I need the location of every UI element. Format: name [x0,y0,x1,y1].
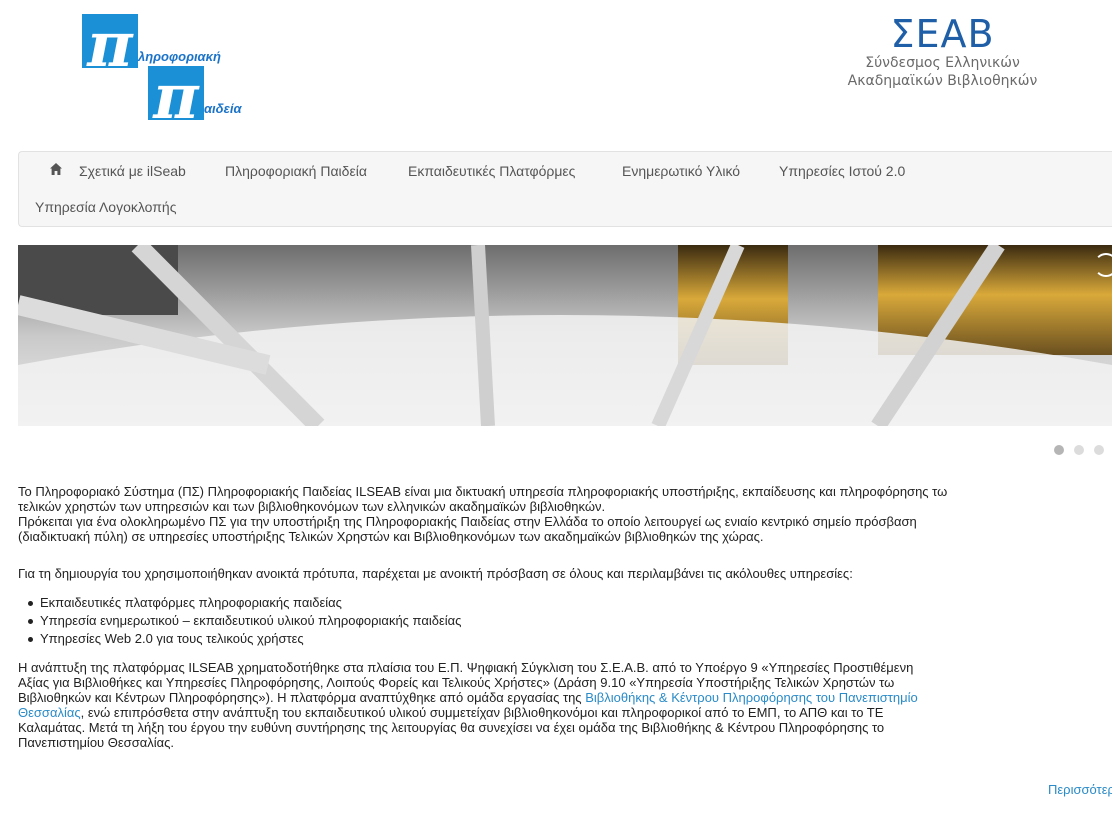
logo-word-top: ληροφοριακή [138,49,221,64]
funding-line-3: Βιβλιοθηκών και Κέντρων Πληροφόρησης»). … [18,690,1112,705]
intro-line-4: (διαδικτυακή πύλη) σε υπηρεσίες υποστήρι… [18,529,764,544]
nav-item-platforms[interactable]: Εκπαιδευτικές Πλατφόρμες [408,163,575,179]
intro-line-2: τελικών χρηστών των υπηρεσιών και των βι… [18,499,606,514]
services-list: Εκπαιδευτικές πλατφόρμες πληροφοριακής π… [18,594,461,648]
thessaly-link[interactable]: Θεσσαλίας [18,705,81,720]
main-navbar: Σχετικά με ilSeab Πληροφοριακή Παιδεία Ε… [18,151,1112,227]
library-link[interactable]: Βιβλιοθήκης & Κέντρου Πληροφόρησης του Π… [585,690,918,705]
seab-subtitle-1: Σύνδεσμος Ελληνικών [865,55,1020,71]
home-icon[interactable] [49,162,63,176]
banner-image [18,245,1112,426]
funding-line-3-text: Βιβλιοθηκών και Κέντρων Πληροφόρησης»). … [18,690,586,705]
nav-item-about[interactable]: Σχετικά με ilSeab [79,163,186,179]
seab-title: ΣΕΑΒ [890,12,995,56]
nav-item-plagiarism[interactable]: Υπηρεσία Λογοκλοπής [35,199,176,215]
funding-line-5: Καλαμάτας. Μετά τη λήξη του έργου την ευ… [18,720,885,735]
funding-line-4: Θεσσαλίας, ενώ επιπρόσθετα στην ανάπτυξη… [18,705,1112,720]
funding-line-4-text: , ενώ επιπρόσθετα στην ανάπτυξη του εκπα… [80,705,884,720]
funding-line-2: Αξίας για Βιβλιοθήκες και Υπηρεσίες Πληρ… [18,675,895,690]
banner-slider[interactable] [18,245,1112,426]
funding-line-6: Πανεπιστημίου Θεσσαλίας. [18,735,175,750]
slider-dot-2[interactable] [1074,445,1084,455]
list-item: Υπηρεσίες Web 2.0 για τους τελικούς χρήσ… [18,630,461,648]
list-item: Υπηρεσία ενημερωτικού – εκπαιδευτικού υλ… [18,612,461,630]
list-item: Εκπαιδευτικές πλατφόρμες πληροφοριακής π… [18,594,461,612]
intro-line-3: Πρόκειται για ένα ολοκληρωμένο ΠΣ για τη… [18,514,917,529]
logo-word-bottom: αιδεία [204,101,242,116]
slider-dot-1[interactable] [1054,445,1064,455]
nav-item-material[interactable]: Ενημερωτικό Υλικό [622,163,740,179]
standards-paragraph: Για τη δημιουργία του χρησιμοποιήθηκαν α… [18,566,853,581]
nav-item-info-literacy[interactable]: Πληροφοριακή Παιδεία [225,163,367,179]
more-link[interactable]: Περισσότερα... [1048,782,1112,797]
nav-item-web2[interactable]: Υπηρεσίες Ιστού 2.0 [779,163,905,179]
seab-subtitle-2: Ακαδημαϊκών Βιβλιοθηκών [847,73,1038,89]
slider-dot-3[interactable] [1094,445,1104,455]
intro-line-1: Το Πληροφοριακό Σύστημα (ΠΣ) Πληροφοριακ… [18,484,948,499]
ilseab-logo[interactable]: π ληροφοριακή π αιδεία [82,14,282,124]
seab-logo[interactable]: ΣΕΑΒ Σύνδεσμος Ελληνικών Ακαδημαϊκών Βιβ… [825,14,1060,90]
logo-pi-bottom: π [148,66,204,120]
intro-paragraph: Το Πληροφοριακό Σύστημα (ΠΣ) Πληροφοριακ… [18,484,1112,544]
logo-pi-top: π [82,14,138,68]
spinner-icon [1094,253,1112,277]
funding-line-1: Η ανάπτυξη της πλατφόρμας ILSEAB χρηματο… [18,660,914,675]
funding-paragraph: Η ανάπτυξη της πλατφόρμας ILSEAB χρηματο… [18,660,1112,750]
